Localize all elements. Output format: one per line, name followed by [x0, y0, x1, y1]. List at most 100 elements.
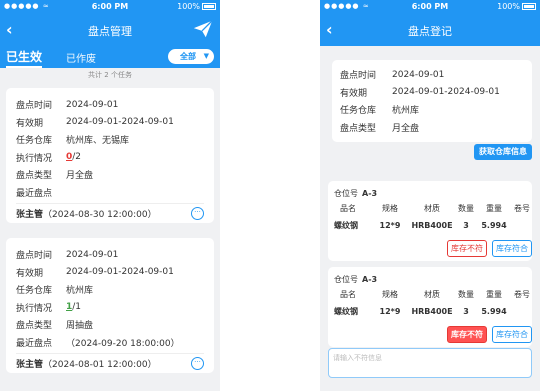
row-label: 执行情况	[16, 303, 53, 314]
column-header: 品名	[340, 290, 356, 299]
info-row: 盘点时间 2024-09-01	[16, 246, 204, 264]
row-label: 任务仓库	[16, 136, 53, 147]
column-header: 重量	[486, 290, 502, 299]
action-buttons: 库存不符 库存符合	[447, 326, 532, 344]
row-label: 执行情况	[16, 153, 53, 164]
row-label: 盘点类型	[340, 123, 377, 134]
info-row: 最近盘点 （2024-09-20 18:00:00）	[16, 334, 204, 352]
column-header: 数量	[458, 290, 474, 299]
row-value: 杭州库	[66, 286, 94, 297]
info-row: 盘点时间 2024-09-01	[16, 96, 204, 114]
column-header: 规格	[382, 290, 398, 299]
tab-active[interactable]: 已生效	[6, 48, 43, 68]
row-label: 最近盘点	[16, 338, 53, 349]
column-header: 材质	[424, 204, 440, 213]
row-label: 有效期	[16, 268, 44, 279]
task-info-card: 盘点时间 2024-09-01 有效期 2024-09-01-2024-09-01 …	[332, 60, 532, 142]
created-time: （2024-08-01 12:00:00）	[43, 360, 157, 370]
page-title: 盘点管理	[88, 25, 132, 38]
table-cell	[510, 217, 534, 234]
ellipsis-circle-icon[interactable]: ···	[191, 357, 204, 370]
caret-down-icon: ▼	[203, 52, 209, 60]
nav-bar: ‹ 盘点登记	[320, 14, 540, 46]
table-cell: HRB400E	[411, 221, 453, 230]
card-footer: 张主管 （2024-08-01 12:00:00） ···	[16, 353, 204, 373]
info-row: 有效期 2024-09-01-2024-09-01	[340, 84, 524, 102]
row-label: 最近盘点	[16, 188, 53, 199]
location-code: A-3	[362, 275, 378, 284]
created-time: （2024-08-30 12:00:00）	[43, 210, 157, 220]
filter-dropdown[interactable]: 全部 ▼	[168, 49, 214, 64]
stock-table: 品名 规格 材质 数量 重量 卷号 螺纹钢 12*9 HRB400E 3 5.9…	[334, 201, 530, 234]
manager-name: 张主管	[16, 210, 44, 220]
stock-mismatch-button[interactable]: 库存不符	[447, 326, 487, 343]
stock-match-button[interactable]: 库存符合	[492, 326, 532, 343]
info-row: 盘点类型 月全盘	[16, 166, 204, 184]
row-value: 月全盘	[392, 123, 420, 134]
location-code: A-3	[362, 189, 378, 198]
row-value: 月全盘	[66, 171, 94, 182]
table-cell: 螺纹钢	[334, 221, 358, 230]
column-header: 卷号	[514, 290, 530, 299]
location-header: 仓位号 A-3	[334, 187, 526, 201]
row-value: 2024-09-01-2024-09-01	[66, 117, 174, 128]
tab-voided[interactable]: 已作废	[66, 50, 96, 65]
table-cell: 5.994	[481, 221, 507, 230]
status-tabs: 已生效 已作废 全部 ▼	[0, 46, 220, 68]
row-value: 杭州库、无锡库	[66, 136, 130, 147]
inventory-register-screen: ●●●●● ≈ 6:00 PM 100% ‹ 盘点登记 盘点时间 2024-09-…	[320, 0, 540, 391]
location-label: 仓位号	[334, 275, 358, 284]
location-header: 仓位号 A-3	[334, 273, 526, 287]
info-row: 有效期 2024-09-01-2024-09-01	[16, 264, 204, 282]
row-value: （2024-09-20 18:00:00）	[66, 338, 180, 349]
stock-table: 品名 规格 材质 数量 重量 卷号 螺纹钢 12*9 HRB400E 3 5.9…	[334, 287, 530, 320]
table-cell: 螺纹钢	[334, 307, 358, 316]
column-header: 数量	[458, 204, 474, 213]
row-value: 杭州库	[392, 106, 420, 117]
column-header: 品名	[340, 204, 356, 213]
row-label: 盘点类型	[16, 171, 53, 182]
battery-icon	[522, 3, 536, 10]
battery-percent: 100%	[177, 2, 200, 11]
row-value: 2024-09-01	[66, 249, 119, 260]
row-label: 盘点时间	[16, 251, 53, 262]
stock-match-button[interactable]: 库存符合	[492, 240, 532, 257]
ellipsis-circle-icon[interactable]: ···	[191, 207, 204, 220]
row-label: 任务仓库	[16, 286, 53, 297]
manager-name: 张主管	[16, 360, 44, 370]
row-label: 盘点类型	[16, 321, 53, 332]
info-row: 盘点类型 周抽盘	[16, 316, 204, 334]
row-value: 2024-09-01-2024-09-01	[66, 267, 174, 278]
table-cell: 3	[463, 307, 469, 316]
task-card[interactable]: 盘点时间 2024-09-01 有效期 2024-09-01-2024-09-01 …	[6, 88, 214, 223]
progress-row: 执行情况 0/2	[16, 149, 204, 167]
task-card[interactable]: 盘点时间 2024-09-01 有效期 2024-09-01-2024-09-01 …	[6, 238, 214, 373]
nav-bar: ‹ 盘点管理	[0, 14, 220, 46]
mismatch-remark-input[interactable]	[328, 348, 532, 378]
row-label: 任务仓库	[340, 106, 377, 117]
progress-row: 执行情况 1/1	[16, 299, 204, 317]
battery-icon	[202, 3, 216, 10]
table-cell: 3	[463, 221, 469, 230]
battery-indicator: 100%	[177, 2, 216, 11]
status-bar: ●●●●● ≈ 6:00 PM 100%	[0, 0, 220, 14]
progress-value: 1/1	[66, 302, 81, 312]
info-row: 任务仓库 杭州库	[16, 281, 204, 299]
fetch-warehouse-button[interactable]: 获取仓库信息	[474, 144, 532, 160]
paper-plane-icon[interactable]	[192, 18, 214, 40]
info-row: 盘点类型 月全盘	[340, 119, 524, 137]
location-label: 仓位号	[334, 189, 358, 198]
row-label: 有效期	[16, 118, 44, 129]
stock-mismatch-button[interactable]: 库存不符	[447, 240, 487, 257]
table-cell	[510, 303, 534, 320]
battery-percent: 100%	[497, 2, 520, 11]
column-header: 规格	[382, 204, 398, 213]
page-title: 盘点登记	[408, 25, 452, 38]
info-row: 最近盘点	[16, 184, 204, 202]
row-value: 2024-09-01	[66, 99, 119, 110]
action-buttons: 库存不符 库存符合	[447, 240, 532, 258]
info-row: 任务仓库 杭州库	[340, 101, 524, 119]
card-footer: 张主管 （2024-08-30 12:00:00） ···	[16, 203, 204, 223]
battery-indicator: 100%	[497, 2, 536, 11]
row-value: 周抽盘	[66, 321, 94, 332]
